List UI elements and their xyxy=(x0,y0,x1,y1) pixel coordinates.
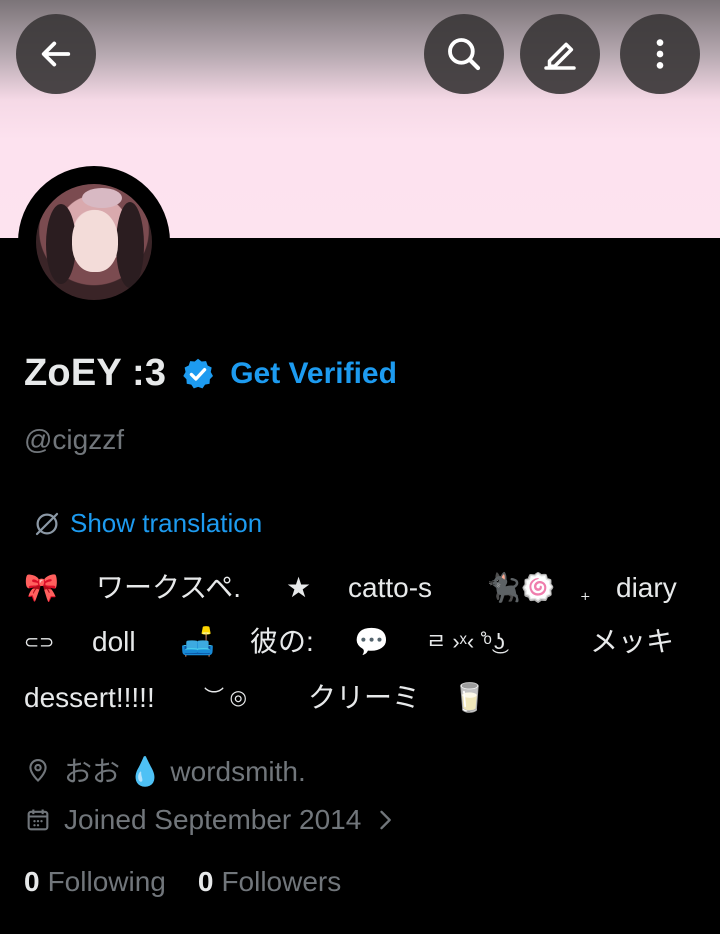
bio-token: 🎀 xyxy=(24,572,59,603)
following-count: 0 xyxy=(24,866,40,897)
bio-token: 彼の: xyxy=(250,626,314,657)
joined-row[interactable]: Joined September 2014 xyxy=(24,804,399,836)
back-button[interactable] xyxy=(16,14,96,94)
show-translation-label: Show translation xyxy=(70,508,263,538)
more-options-button[interactable] xyxy=(620,14,700,94)
avatar[interactable] xyxy=(36,184,152,300)
followers-link[interactable]: 0 Followers xyxy=(198,866,341,898)
arrow-left-icon xyxy=(41,41,71,67)
followers-count: 0 xyxy=(197,866,214,897)
search-button[interactable] xyxy=(424,14,504,94)
bio-token: 🥛 xyxy=(452,682,487,713)
following-label: Following xyxy=(47,866,166,897)
user-handle: @cigzzf xyxy=(24,424,124,455)
bio-token: ㄹ ›ˣ‹ ˚ͦ ͜ʖ xyxy=(426,629,505,654)
pencil-icon xyxy=(544,42,576,70)
location-row: おお 💧 wordsmith. xyxy=(24,750,306,790)
show-translation-link[interactable]: Show translation xyxy=(32,508,262,539)
name-row: ZoEY :3 Get Verified xyxy=(24,352,397,395)
bio-token: ︶ ◎ xyxy=(204,687,248,709)
bio-token: catto-s xyxy=(348,572,433,603)
followers-label: Followers xyxy=(221,866,342,897)
more-vertical-icon xyxy=(656,39,664,69)
globe-slash-icon xyxy=(35,512,59,535)
edit-button[interactable] xyxy=(520,14,600,94)
search-icon xyxy=(448,38,481,71)
bio-token: ⊂⊃ xyxy=(24,632,55,652)
bio-token: メッキ xyxy=(590,626,675,657)
bio-token: 🐈‍⬛🍥 xyxy=(486,572,556,603)
avatar-frame[interactable] xyxy=(18,166,170,318)
calendar-icon xyxy=(27,809,49,831)
chevron-right-icon xyxy=(380,810,392,830)
follow-stats: 0 Following 0 Followers xyxy=(24,866,341,898)
verified-badge-icon[interactable] xyxy=(180,356,216,392)
bio-token: ワークスペ. xyxy=(96,572,241,603)
get-verified-link[interactable]: Get Verified xyxy=(230,357,397,391)
joined-text: Joined September 2014 xyxy=(64,804,362,835)
bio-token: 🛋️ xyxy=(180,626,215,657)
bio-token: クリーミ xyxy=(308,682,421,713)
bio-token: dessert!!!!! xyxy=(24,682,155,713)
location-pin-icon xyxy=(29,759,47,782)
display-name: ZoEY :3 xyxy=(24,352,167,394)
bio-token: ₊ xyxy=(580,583,591,605)
bio-token: 💬 xyxy=(354,626,389,657)
following-link[interactable]: 0 Following xyxy=(24,866,166,898)
bio-token: doll xyxy=(92,626,136,657)
bio-token: ★ xyxy=(286,572,312,603)
location-text: おお 💧 wordsmith. xyxy=(64,756,306,787)
bio-token: diary xyxy=(616,572,677,603)
